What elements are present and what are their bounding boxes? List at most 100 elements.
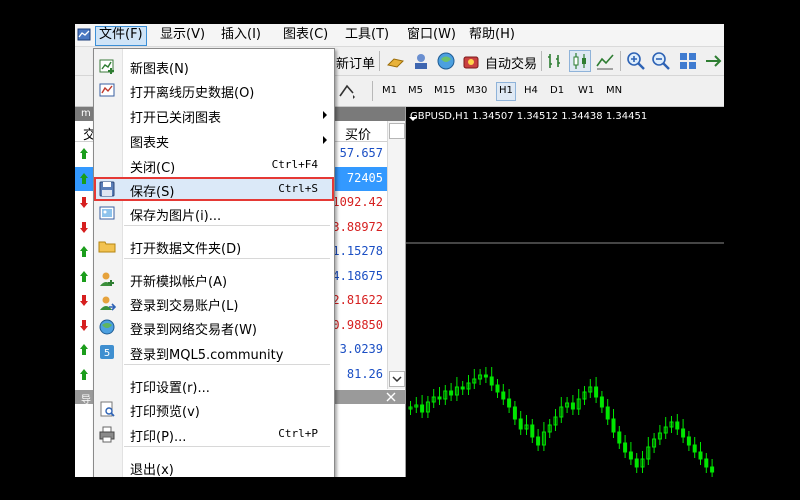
candle-body [512, 406, 517, 420]
menu-open-offline[interactable]: 打开离线历史数据(O) [94, 78, 334, 102]
bid-price: 72405 [346, 170, 383, 185]
market-icon[interactable] [436, 51, 456, 71]
candle-body [710, 466, 715, 473]
bid-price: 1092.42 [332, 195, 383, 209]
chart-window[interactable]: GBPUSD,H1 1.34507 1.34512 1.34438 1.3445… [406, 107, 724, 477]
candle-body [599, 396, 604, 408]
candle-body [698, 451, 703, 460]
candle-body [518, 418, 523, 430]
menu-separator [124, 364, 330, 365]
menu-profiles[interactable]: 图表夹 [94, 128, 334, 152]
menu-save-as-picture[interactable]: 保存为图片(i)... [94, 201, 334, 225]
menu-item-label: 打开数据文件夹(D) [130, 242, 242, 257]
bid-price: 1.15278 [332, 244, 383, 258]
menu-tools[interactable]: 工具(T) [342, 26, 392, 44]
timeframe-m1[interactable]: M1 [380, 82, 399, 99]
candle-body [686, 436, 691, 446]
candle-body [692, 444, 697, 453]
candle-body [420, 404, 425, 413]
mql5-icon: 5 [100, 345, 114, 359]
open-offline-icon [99, 83, 115, 97]
menu-item-label: 打印设置(r)... [130, 381, 210, 396]
menu-open-data-folder[interactable]: 打开数据文件夹(D) [94, 234, 334, 258]
scroll-up-arrow[interactable] [389, 123, 405, 139]
menu-separator [124, 225, 330, 226]
arrow-down-icon [80, 197, 88, 208]
candle-body [704, 458, 709, 468]
menu-window[interactable]: 窗口(W) [404, 26, 459, 44]
menu-item-label: 退出(x) [130, 463, 174, 477]
menu-item-label: 打开已关闭图表 [130, 111, 222, 126]
auto-trade-button[interactable]: 自动交易 [485, 53, 537, 72]
bar-chart-icon[interactable] [545, 51, 565, 71]
price-chart [406, 117, 724, 477]
zoom-out-icon[interactable] [651, 51, 671, 71]
menu-print-preview[interactable]: 打印预览(v) [94, 397, 334, 421]
new-order-button[interactable]: 新订单 [336, 53, 375, 72]
candle-body [501, 391, 506, 400]
gold-bars-icon[interactable] [386, 51, 406, 71]
arrow-down-icon [80, 221, 88, 233]
menu-login-web-trader[interactable]: 登录到网络交易者(W) [94, 315, 334, 339]
zoom-in-icon[interactable] [626, 51, 646, 71]
menu-insert[interactable]: 插入(I) [218, 26, 264, 44]
toolbar-separator [379, 51, 380, 71]
market-watch-title: m [81, 108, 91, 119]
timeframe-h1[interactable]: H1 [496, 82, 516, 101]
bid-column-header[interactable]: 买价 [345, 124, 371, 143]
menu-open-closed-chart[interactable]: 打开已关闭图表 [94, 103, 334, 127]
bid-price: 3.88972 [332, 219, 383, 234]
timeframe-m15[interactable]: M15 [432, 82, 457, 99]
arrow-down-icon [80, 295, 88, 306]
menu-item-label: 打印(P)... [130, 430, 187, 445]
menu-save[interactable]: 保存(S) Ctrl+S [94, 177, 334, 201]
line-studies-icon[interactable] [337, 81, 357, 101]
candle-body [570, 402, 575, 410]
timeframe-w1[interactable]: W1 [576, 82, 596, 99]
market-watch-scrollbar[interactable] [387, 121, 405, 389]
timeframe-m30[interactable]: M30 [464, 82, 489, 99]
candle-body [623, 442, 628, 453]
menu-view[interactable]: 显示(V) [157, 26, 208, 44]
timeframe-d1[interactable]: D1 [548, 82, 566, 99]
timeframe-m5[interactable]: M5 [406, 82, 425, 99]
arrow-down-icon [80, 319, 88, 331]
signals-icon[interactable] [411, 51, 431, 71]
menu-item-label: 保存(S) [130, 185, 175, 200]
menu-charts[interactable]: 图表(C) [280, 26, 331, 44]
menu-file[interactable]: 文件(F) [95, 26, 147, 46]
file-menu-dropdown: 新图表(N) 打开离线历史数据(O) 打开已关闭图表 图表夹 关闭(C) Ctrl+F4 保… [93, 48, 335, 477]
arrow-up-icon [80, 148, 88, 159]
menu-close[interactable]: 关闭(C) Ctrl+F4 [94, 153, 334, 177]
menu-login-trade-account[interactable]: 登录到交易账户(L) [94, 291, 334, 315]
timeframe-h4[interactable]: H4 [522, 82, 540, 99]
tile-windows-icon[interactable] [678, 51, 698, 71]
close-icon[interactable] [385, 392, 397, 402]
scroll-down-arrow[interactable] [389, 371, 405, 387]
menu-open-demo-account[interactable]: 开新模拟帐户(A) [94, 267, 334, 291]
candle-body [617, 431, 622, 444]
menu-print[interactable]: 打印(P)... Ctrl+P [94, 422, 334, 446]
menu-login-mql5[interactable]: 5 登录到MQL5.community [94, 340, 334, 364]
autoscroll-icon[interactable] [703, 51, 723, 71]
menu-print-setup[interactable]: 打印设置(r)... [94, 373, 334, 397]
auto-trade-icon[interactable] [461, 51, 481, 71]
line-chart-icon[interactable] [595, 51, 615, 71]
arrow-up-icon [80, 368, 88, 380]
menu-new-chart[interactable]: 新图表(N) [94, 54, 334, 78]
arrow-up-icon [80, 270, 88, 282]
menu-item-label: 新图表(N) [130, 62, 189, 77]
candle-body [460, 386, 465, 390]
menu-item-label: 打印预览(v) [130, 405, 200, 420]
candle-body [483, 374, 488, 378]
candle-body [605, 406, 610, 420]
folder-icon [98, 241, 116, 253]
candle-body [489, 376, 494, 386]
web-trader-icon [99, 319, 115, 335]
timeframe-mn[interactable]: MN [604, 82, 624, 99]
bid-price: 2.81622 [332, 293, 383, 307]
menu-exit[interactable]: 退出(x) [94, 455, 334, 477]
menu-item-shortcut: Ctrl+P [278, 427, 318, 440]
candlestick-icon[interactable] [569, 50, 591, 72]
menu-help[interactable]: 帮助(H) [466, 26, 518, 44]
